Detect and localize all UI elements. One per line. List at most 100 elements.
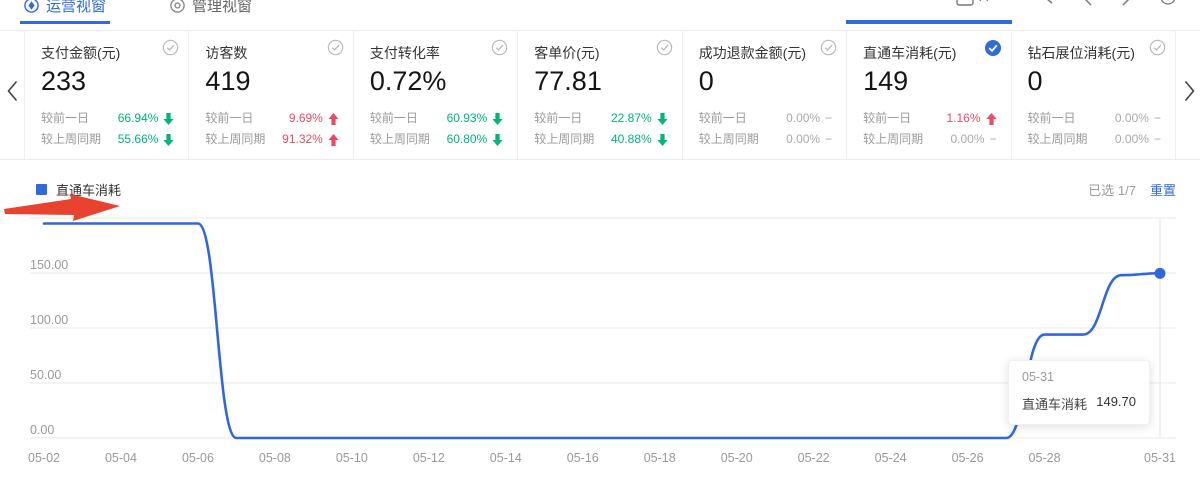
card-comparison-rows: 较前一日60.93%较上周同期60.80% [370,108,503,150]
card-title: 支付转化率 [370,43,503,63]
comparison-row: 较前一日66.94% [41,108,174,129]
metric-card[interactable]: 访客数419较前一日9.69%较上周同期91.32% [188,31,352,159]
comparison-label: 较上周同期 [863,129,923,150]
comparison-row: 较前一日22.87% [534,108,667,129]
y-tick-label: 0.00 [30,423,54,437]
card-value: 149 [863,66,996,97]
comparison-row: 较上周同期 0.00%− [863,129,996,150]
comparison-row: 较前一日1.16% [863,108,996,129]
comparison-value: 60.93% [447,108,504,129]
card-title: 直通车消耗(元) [863,43,996,63]
comparison-value: 40.88% [611,129,668,150]
metric-card[interactable]: 钻石展位消耗(元)0较前一日0.00%−较上周同期0.00%− [1011,31,1176,159]
card-select-toggle[interactable] [1149,39,1166,61]
unselected-check-icon [491,39,508,56]
comparison-value: 0.00%− [1115,108,1161,129]
tab-management-window[interactable]: 管理视窗 [170,0,252,22]
card-select-toggle[interactable] [491,39,508,61]
cards-next-button[interactable] [1184,80,1195,107]
card-title: 支付金额(元) [41,43,174,63]
help-icon[interactable] [1160,0,1176,8]
card-select-toggle[interactable] [162,39,179,61]
tab-operations-label: 运营视窗 [46,0,106,16]
unselected-check-icon [820,39,837,56]
card-select-toggle[interactable] [984,39,1002,62]
comparison-label: 较前一日 [863,108,911,129]
x-tick-label: 05-02 [28,451,60,465]
tab-management-label: 管理视窗 [192,0,252,16]
comparison-label: 较前一日 [534,108,582,129]
card-value: 419 [205,66,338,97]
chart-tooltip: 05-31 直通车消耗 149.70 [1008,360,1150,425]
tooltip-value: 149.70 [1096,394,1136,413]
card-title: 客单价(元) [534,43,667,63]
comparison-row: 较前一日0.00%− [1028,108,1161,129]
series-line [44,224,1160,439]
down-arrow-icon [657,113,668,125]
metric-cards-inner: 支付金额(元)233较前一日66.94%较上周同期55.66%访客数419较前一… [24,31,1176,159]
flat-dash-icon: − [1154,108,1161,129]
comparison-row: 较上周同期91.32% [205,129,338,150]
x-tick-label: 05-22 [798,451,830,465]
metric-card[interactable]: 支付金额(元)233较前一日66.94%较上周同期55.66% [24,31,188,159]
chevron-down-icon[interactable] [1040,0,1054,7]
flat-dash-icon: − [1154,129,1161,150]
unselected-check-icon [162,39,179,56]
comparison-value: 66.94% [118,108,175,129]
card-comparison-rows: 较前一日9.69%较上周同期91.32% [205,108,338,150]
up-arrow-icon [328,113,339,125]
metric-card[interactable]: 支付转化率0.72%较前一日60.93%较上周同期60.80% [353,31,517,159]
x-tick-label: 05-08 [259,451,291,465]
consumption-line-chart[interactable]: 0.0050.00100.00150.00200.0005-0205-0405-… [0,210,1200,480]
x-tick-label: 05-10 [336,451,368,465]
reset-link[interactable]: 重置 [1150,180,1176,199]
card-title: 成功退款金额(元) [699,43,832,63]
card-comparison-rows: 较前一日22.87%较上周同期40.88% [534,108,667,150]
top-tab-bar: 运营视窗 管理视窗 [24,0,252,23]
tooltip-date: 05-31 [1022,370,1136,384]
card-comparison-rows: 较前一日0.00%−较上周同期0.00%− [699,108,832,150]
data-point-marker[interactable] [1155,268,1166,279]
card-value: 233 [41,66,174,97]
metric-card[interactable]: 直通车消耗(元) 149 较前一日1.16%较上周同期 0.00%− [846,31,1010,159]
card-select-toggle[interactable] [656,39,673,61]
metric-cards: 支付金额(元)233较前一日66.94%较上周同期55.66%访客数419较前一… [0,30,1200,160]
comparison-value: 0.00%− [950,129,996,150]
metric-card[interactable]: 客单价(元)77.81较前一日22.87%较上周同期40.88% [517,31,681,159]
metric-card[interactable]: 成功退款金额(元) 0 较前一日0.00%−较上周同期0.00%− [682,31,846,159]
comparison-value: 91.32% [282,129,339,150]
comparison-value: 60.80% [447,129,504,150]
flat-dash-icon: − [825,108,832,129]
flat-dash-icon: − [990,129,997,150]
card-select-toggle[interactable] [820,39,837,61]
comparison-label: 较上周同期 [1028,129,1088,150]
comparison-row: 较前一日9.69% [205,108,338,129]
card-comparison-rows: 较前一日66.94%较上周同期55.66% [41,108,174,150]
chevron-right-icon [1184,80,1195,102]
selection-group: 已选 1/7 重置 [1088,180,1176,199]
comparison-value: 9.69% [289,108,339,129]
tab-operations-window[interactable]: 运营视窗 [24,0,106,22]
x-tick-label: 05-26 [952,451,984,465]
selected-check-icon [984,39,1002,57]
x-tick-label: 05-16 [567,451,599,465]
operations-window-icon [24,0,39,13]
chevron-left-icon[interactable] [1080,0,1094,7]
chevron-right-icon[interactable] [1120,0,1134,7]
comparison-label: 较上周同期 [699,129,759,150]
calendar-icon[interactable] [956,0,1014,9]
comparison-label: 较上周同期 [370,129,430,150]
comparison-row: 较前一日0.00%− [699,108,832,129]
cards-prev-button[interactable] [7,80,18,107]
card-value: 0 [699,66,832,97]
x-tick-label: 05-04 [105,451,137,465]
comparison-label: 较上周同期 [41,129,101,150]
card-comparison-rows: 较前一日1.16%较上周同期 0.00%− [863,108,996,150]
y-tick-label: 50.00 [30,368,61,382]
x-tick-label: 05-24 [875,451,907,465]
comparison-row: 较上周同期40.88% [534,129,667,150]
card-select-toggle[interactable] [327,39,344,61]
card-value: 0 [1028,66,1161,97]
x-tick-label: 05-14 [490,451,522,465]
comparison-row: 较上周同期0.00%− [699,129,832,150]
